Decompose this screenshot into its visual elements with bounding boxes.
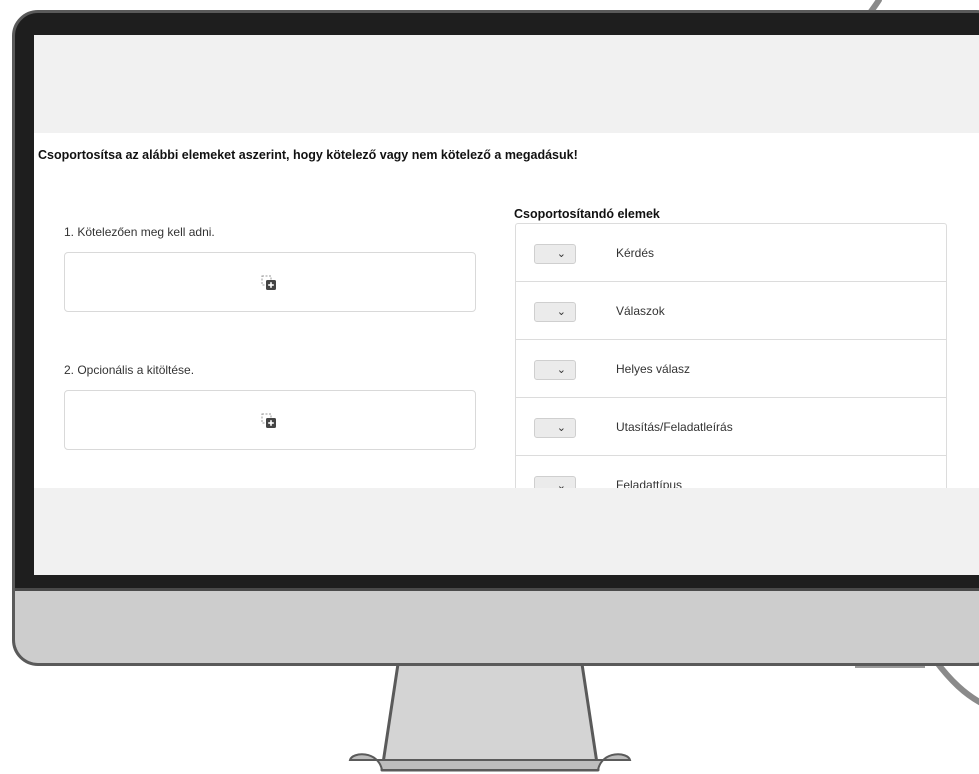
list-item: ⌄ Helyes válasz	[516, 340, 946, 398]
list-item: ⌄ Válaszok	[516, 282, 946, 340]
dropzone-required[interactable]	[64, 252, 476, 312]
chevron-down-icon: ⌄	[556, 305, 566, 318]
monitor-scene: Csoportosítsa az alábbi elemeket aszerin…	[0, 0, 979, 774]
dropzone-optional[interactable]	[64, 390, 476, 450]
task-instruction: Csoportosítsa az alábbi elemeket aszerin…	[38, 148, 578, 162]
add-to-group-icon	[261, 413, 276, 428]
list-item: ⌄ Kérdés	[516, 224, 946, 282]
item-label: Utasítás/Feladatleírás	[616, 420, 733, 434]
group-label-optional: 2. Opcionális a kitöltése.	[64, 363, 195, 377]
items-list: ⌄ Kérdés ⌄ Válaszok ⌄ Helyes válasz ⌄ Ut…	[515, 223, 947, 523]
items-panel-title: Csoportosítandó elemek	[514, 207, 660, 221]
header-band	[34, 35, 979, 133]
chevron-down-icon: ⌄	[556, 247, 566, 260]
monitor-chin	[15, 588, 979, 663]
group-select[interactable]: ⌄	[534, 418, 576, 438]
item-label: Helyes válasz	[616, 362, 691, 376]
item-label: Válaszok	[616, 304, 665, 318]
chevron-down-icon: ⌄	[556, 363, 566, 376]
screen: Csoportosítsa az alábbi elemeket aszerin…	[34, 35, 979, 575]
add-to-group-icon	[261, 275, 276, 290]
group-select[interactable]: ⌄	[534, 360, 576, 380]
chevron-down-icon: ⌄	[556, 421, 566, 434]
group-select[interactable]: ⌄	[534, 302, 576, 322]
group-label-required: 1. Kötelezően meg kell adni.	[64, 225, 215, 239]
group-select[interactable]: ⌄	[534, 244, 576, 264]
footer-band	[34, 488, 979, 575]
item-label: Kérdés	[616, 246, 655, 260]
list-item: ⌄ Utasítás/Feladatleírás	[516, 398, 946, 456]
monitor-bezel: Csoportosítsa az alábbi elemeket aszerin…	[12, 10, 979, 666]
